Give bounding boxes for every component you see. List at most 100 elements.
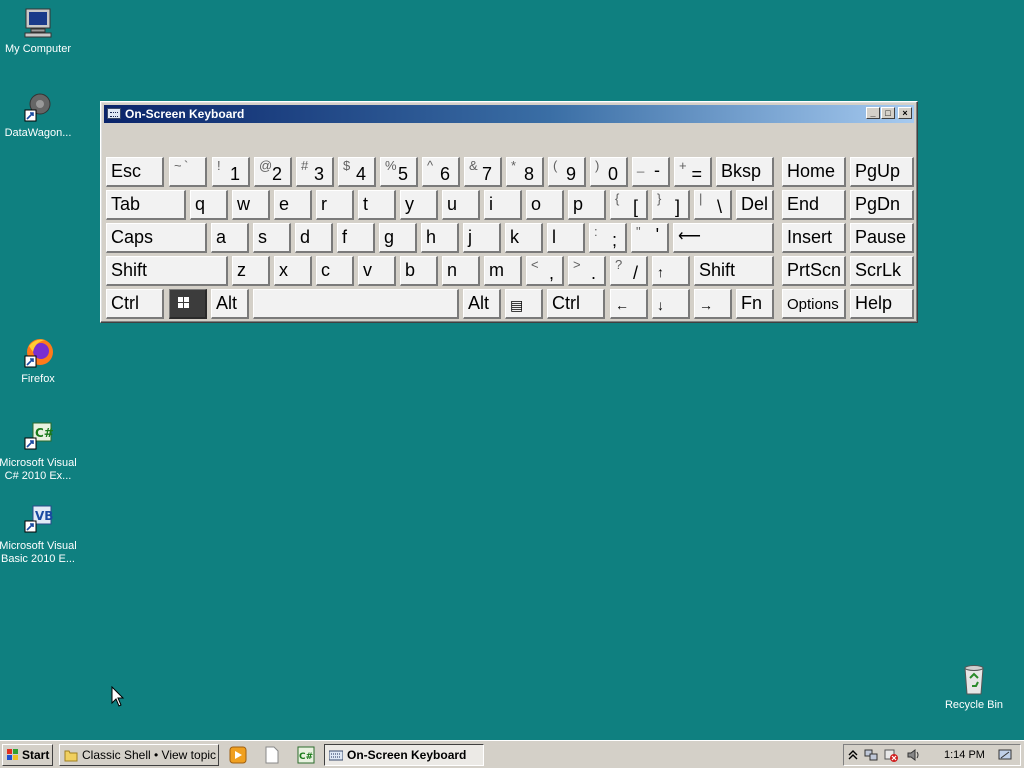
key-c[interactable]: c — [316, 256, 354, 286]
desktop-icon-visual-csharp[interactable]: C# Microsoft Visual C# 2010 Ex... — [0, 420, 78, 483]
key-2[interactable]: @2 — [254, 157, 292, 187]
desktop-icon-firefox[interactable]: Firefox — [0, 336, 78, 386]
key-z[interactable]: z — [232, 256, 270, 286]
key-comma[interactable]: <, — [526, 256, 564, 286]
key-shift-right[interactable]: Shift — [694, 256, 774, 286]
key-ctrl-right[interactable]: Ctrl — [547, 289, 605, 319]
key-alt-left[interactable]: Alt — [211, 289, 249, 319]
key-ctrl-left[interactable]: Ctrl — [106, 289, 164, 319]
start-button[interactable]: Start — [2, 744, 53, 766]
minimize-button[interactable]: _ — [866, 107, 880, 119]
key-arrow-left[interactable]: ← — [610, 289, 648, 319]
key-p[interactable]: p — [568, 190, 606, 220]
key-u[interactable]: u — [442, 190, 480, 220]
key-6[interactable]: ^ 6 — [422, 157, 460, 187]
key-arrow-down[interactable]: ↓ — [652, 289, 690, 319]
key-backspace[interactable]: Bksp — [716, 157, 774, 187]
key-n[interactable]: n — [442, 256, 480, 286]
key-j[interactable]: j — [463, 223, 501, 253]
key-scrlk[interactable]: ScrLk — [850, 256, 914, 286]
key-b[interactable]: b — [400, 256, 438, 286]
security-alert-icon[interactable] — [884, 748, 898, 762]
key-arrow-right[interactable]: → — [694, 289, 732, 319]
show-desktop-icon[interactable] — [998, 748, 1012, 762]
key-options[interactable]: Options — [782, 289, 846, 319]
key-prtscn[interactable]: PrtScn — [782, 256, 846, 286]
key-equals[interactable]: + = — [674, 157, 712, 187]
key-k[interactable]: k — [505, 223, 543, 253]
key-slash[interactable]: ? / — [610, 256, 648, 286]
key-tab[interactable]: Tab — [106, 190, 186, 220]
key-home[interactable]: Home — [782, 157, 846, 187]
key-tilde[interactable]: ~ ` — [169, 157, 207, 187]
volume-icon[interactable] — [906, 748, 920, 762]
network-icon[interactable] — [864, 748, 878, 762]
maximize-button[interactable]: □ — [881, 107, 895, 119]
key-end[interactable]: End — [782, 190, 846, 220]
key-o[interactable]: o — [526, 190, 564, 220]
key-pgup[interactable]: PgUp — [850, 157, 914, 187]
key-5[interactable]: % 5 — [380, 157, 418, 187]
taskbar-button-on-screen-keyboard[interactable]: On-Screen Keyboard — [324, 744, 484, 766]
key-t[interactable]: t — [358, 190, 396, 220]
key-m[interactable]: m — [484, 256, 522, 286]
key-insert[interactable]: Insert — [782, 223, 846, 253]
key-period[interactable]: >. — [568, 256, 606, 286]
key-g[interactable]: g — [379, 223, 417, 253]
desktop-icon-visual-basic[interactable]: VB Microsoft Visual Basic 2010 E... — [0, 503, 78, 566]
expand-tray-icon[interactable] — [846, 748, 860, 762]
key-s[interactable]: s — [253, 223, 291, 253]
close-button[interactable]: × — [898, 107, 912, 119]
key-arrow-up[interactable]: ↑ — [652, 256, 690, 286]
desktop-icon-recycle-bin[interactable]: Recycle Bin — [934, 662, 1014, 712]
key-7[interactable]: & 7 — [464, 157, 502, 187]
key-menu[interactable]: ▤ — [505, 289, 543, 319]
key-9[interactable]: (9 — [548, 157, 586, 187]
key-help[interactable]: Help — [850, 289, 914, 319]
clock[interactable]: 1:14 PM — [944, 745, 985, 765]
key-l[interactable]: l — [547, 223, 585, 253]
key-windows[interactable] — [169, 289, 207, 319]
key-shift-label: & — [469, 158, 478, 173]
key-e[interactable]: e — [274, 190, 312, 220]
document-icon[interactable] — [263, 746, 281, 764]
key-fn[interactable]: Fn — [736, 289, 774, 319]
key-y[interactable]: y — [400, 190, 438, 220]
key-d[interactable]: d — [295, 223, 333, 253]
key-semicolon[interactable]: :; — [589, 223, 627, 253]
key-pause[interactable]: Pause — [850, 223, 914, 253]
key-a[interactable]: a — [211, 223, 249, 253]
key-space[interactable] — [253, 289, 459, 319]
key-pgdn[interactable]: PgDn — [850, 190, 914, 220]
key-0[interactable]: ) 0 — [590, 157, 628, 187]
key-backslash[interactable]: | \ — [694, 190, 732, 220]
key-x[interactable]: x — [274, 256, 312, 286]
key-shift-left[interactable]: Shift — [106, 256, 228, 286]
media-player-icon[interactable] — [229, 746, 247, 764]
key-8[interactable]: * 8 — [506, 157, 544, 187]
key-h[interactable]: h — [421, 223, 459, 253]
key-alt-right[interactable]: Alt — [463, 289, 501, 319]
key-4[interactable]: $4 — [338, 157, 376, 187]
key-q[interactable]: q — [190, 190, 228, 220]
key-f[interactable]: f — [337, 223, 375, 253]
key-esc[interactable]: Esc — [106, 157, 164, 187]
key-minus[interactable]: _ - — [632, 157, 670, 187]
visual-csharp-icon[interactable]: C# — [297, 746, 315, 764]
key-w[interactable]: w — [232, 190, 270, 220]
key-i[interactable]: i — [484, 190, 522, 220]
key-3[interactable]: #3 — [296, 157, 334, 187]
desktop-icon-datawagon[interactable]: DataWagon... — [0, 90, 78, 140]
key-enter[interactable]: ⟵ — [673, 223, 774, 253]
key-delete[interactable]: Del — [736, 190, 774, 220]
key-r[interactable]: r — [316, 190, 354, 220]
key-right-bracket[interactable]: }] — [652, 190, 690, 220]
key-v[interactable]: v — [358, 256, 396, 286]
desktop-icon-my-computer[interactable]: My Computer — [0, 6, 78, 56]
key-1[interactable]: ! 1 — [212, 157, 250, 187]
key-left-bracket[interactable]: {[ — [610, 190, 648, 220]
taskbar-button-classic-shell[interactable]: Classic Shell • View topic ... — [59, 744, 219, 766]
key-caps-lock[interactable]: Caps — [106, 223, 207, 253]
title-bar[interactable]: On-Screen Keyboard _ □ × — [104, 105, 914, 123]
key-quote[interactable]: " ' — [631, 223, 669, 253]
